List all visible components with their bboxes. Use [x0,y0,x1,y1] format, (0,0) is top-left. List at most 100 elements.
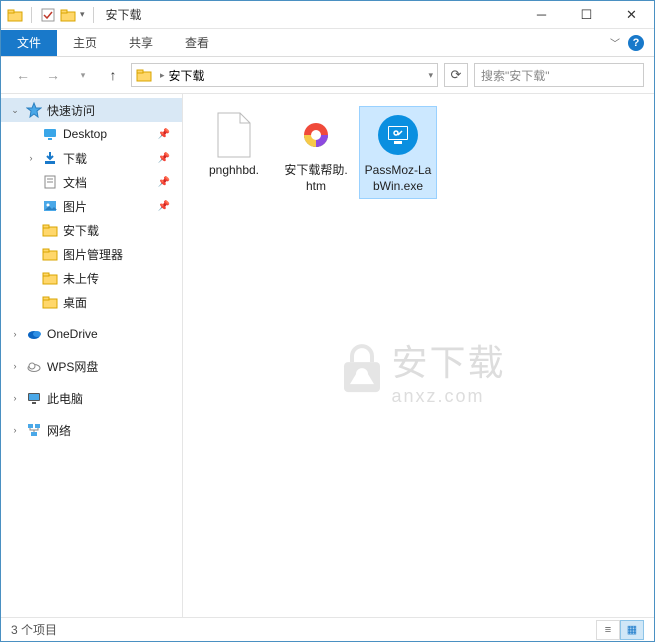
statusbar: 3 个项目 ≡ ▦ [1,617,654,641]
tab-view[interactable]: 查看 [169,30,225,56]
search-placeholder: 搜索"安下载" [481,67,550,84]
sidebar-item-label: 未上传 [63,270,99,287]
sidebar-item-documents[interactable]: 文档 📌 [1,170,182,194]
sidebar-item-pictures[interactable]: 图片 📌 [1,194,182,218]
watermark-en: anxz.com [391,386,505,407]
forward-button[interactable]: → [41,63,65,87]
pin-icon: 📌 [158,153,170,164]
sidebar-item-label: 此电脑 [47,390,83,407]
sidebar: ⌄ 快速访问 Desktop 📌 › [1,94,183,617]
maximize-button[interactable]: ☐ [564,1,609,29]
chevron-right-icon[interactable]: ▸ [160,70,165,81]
download-icon [41,150,59,166]
sidebar-item-label: 安下载 [63,222,99,239]
sidebar-onedrive[interactable]: › OneDrive [1,322,182,346]
sidebar-item-label: 网络 [47,422,71,439]
refresh-button[interactable]: ⟳ [444,63,468,87]
chevron-down-icon[interactable]: ﹀ [610,35,620,50]
sidebar-item-folder[interactable]: 未上传 [1,266,182,290]
status-text: 3 个项目 [11,621,57,638]
bag-icon [331,340,391,400]
file-item[interactable]: PassMoz-LabWin.exe [359,106,437,199]
view-icons-button[interactable]: ▦ [620,620,644,640]
pin-icon: 📌 [158,129,170,140]
sidebar-item-label: 桌面 [63,294,87,311]
file-name: pnghhbd. [209,163,259,179]
sidebar-item-folder[interactable]: 桌面 [1,290,182,314]
pin-icon: 📌 [158,177,170,188]
window-controls: ─ ☐ ✕ [519,1,654,29]
onedrive-icon [25,326,43,342]
tab-file[interactable]: 文件 [1,30,57,56]
help-icon[interactable]: ? [628,35,644,51]
file-item[interactable]: 安下载帮助.htm [277,106,355,199]
folder-icon [7,7,23,23]
chevron-right-icon[interactable]: › [9,425,21,435]
document-icon [41,174,59,190]
tab-home[interactable]: 主页 [57,30,113,56]
address-bar[interactable]: ▸ 安下载 ▾ [131,63,438,87]
chevron-right-icon[interactable]: › [25,153,37,163]
file-name: PassMoz-LabWin.exe [364,163,432,194]
folder-icon[interactable] [60,7,76,23]
folder-icon [41,246,59,262]
chevron-right-icon[interactable]: › [9,393,21,403]
close-button[interactable]: ✕ [609,1,654,29]
folder-icon [41,270,59,286]
back-button[interactable]: ← [11,63,35,87]
folder-icon [41,222,59,238]
sidebar-wps[interactable]: › WPS网盘 [1,354,182,378]
sidebar-item-folder[interactable]: 安下载 [1,218,182,242]
sidebar-item-downloads[interactable]: › 下载 📌 [1,146,182,170]
view-details-button[interactable]: ≡ [596,620,620,640]
search-input[interactable]: 搜索"安下载" [474,63,644,87]
explorer-window: ▾ 安下载 ─ ☐ ✕ 文件 主页 共享 查看 ﹀ ? ← → ▾ ↑ ▸ 安下… [0,0,655,642]
pictures-icon [41,198,59,214]
sidebar-network[interactable]: › 网络 [1,418,182,442]
chevron-right-icon[interactable]: › [9,361,21,371]
sidebar-item-label: 图片管理器 [63,246,123,263]
sidebar-item-label: 快速访问 [47,102,95,119]
sidebar-item-desktop[interactable]: Desktop 📌 [1,122,182,146]
folder-icon [41,294,59,310]
chevron-down-icon[interactable]: ⌄ [9,105,21,116]
file-icon [210,111,258,159]
sidebar-quick-access[interactable]: ⌄ 快速访问 [1,98,182,122]
pin-icon: 📌 [158,201,170,212]
tab-share[interactable]: 共享 [113,30,169,56]
sidebar-item-label: 图片 [63,198,87,215]
folder-icon [136,67,156,83]
qat-dropdown-icon[interactable]: ▾ [80,9,85,20]
sidebar-item-label: WPS网盘 [47,358,98,375]
up-button[interactable]: ↑ [101,63,125,87]
chevron-right-icon[interactable]: › [9,329,21,339]
sidebar-item-label: 文档 [63,174,87,191]
quick-access-toolbar: ▾ [7,7,98,23]
sidebar-this-pc[interactable]: › 此电脑 [1,386,182,410]
titlebar: ▾ 安下载 ─ ☐ ✕ [1,1,654,29]
file-name: 安下载帮助.htm [282,163,350,194]
sidebar-item-label: OneDrive [47,327,98,341]
desktop-icon [41,126,59,142]
minimize-button[interactable]: ─ [519,1,564,29]
ribbon-right: ﹀ ? [610,35,654,51]
exe-icon [374,111,422,159]
file-item[interactable]: pnghhbd. [195,106,273,199]
navbar: ← → ▾ ↑ ▸ 安下载 ▾ ⟳ 搜索"安下载" [1,57,654,93]
sidebar-item-label: Desktop [63,127,107,141]
recent-dropdown[interactable]: ▾ [71,63,95,87]
file-list[interactable]: pnghhbd. 安下载帮助.htm PassMoz-LabWin.exe [183,94,654,617]
window-title: 安下载 [106,6,142,23]
qat-divider [31,7,32,23]
network-icon [25,422,43,438]
watermark: 安下载 anxz.com [331,334,505,407]
star-icon [25,102,43,118]
sidebar-item-label: 下载 [63,150,87,167]
breadcrumb-item[interactable]: 安下载 [169,67,205,84]
view-switcher: ≡ ▦ [596,620,644,640]
watermark-cn: 安下载 [391,334,505,386]
checkbox-icon[interactable] [40,7,56,23]
address-dropdown-icon[interactable]: ▾ [428,70,433,81]
htm-icon [292,111,340,159]
sidebar-item-folder[interactable]: 图片管理器 [1,242,182,266]
